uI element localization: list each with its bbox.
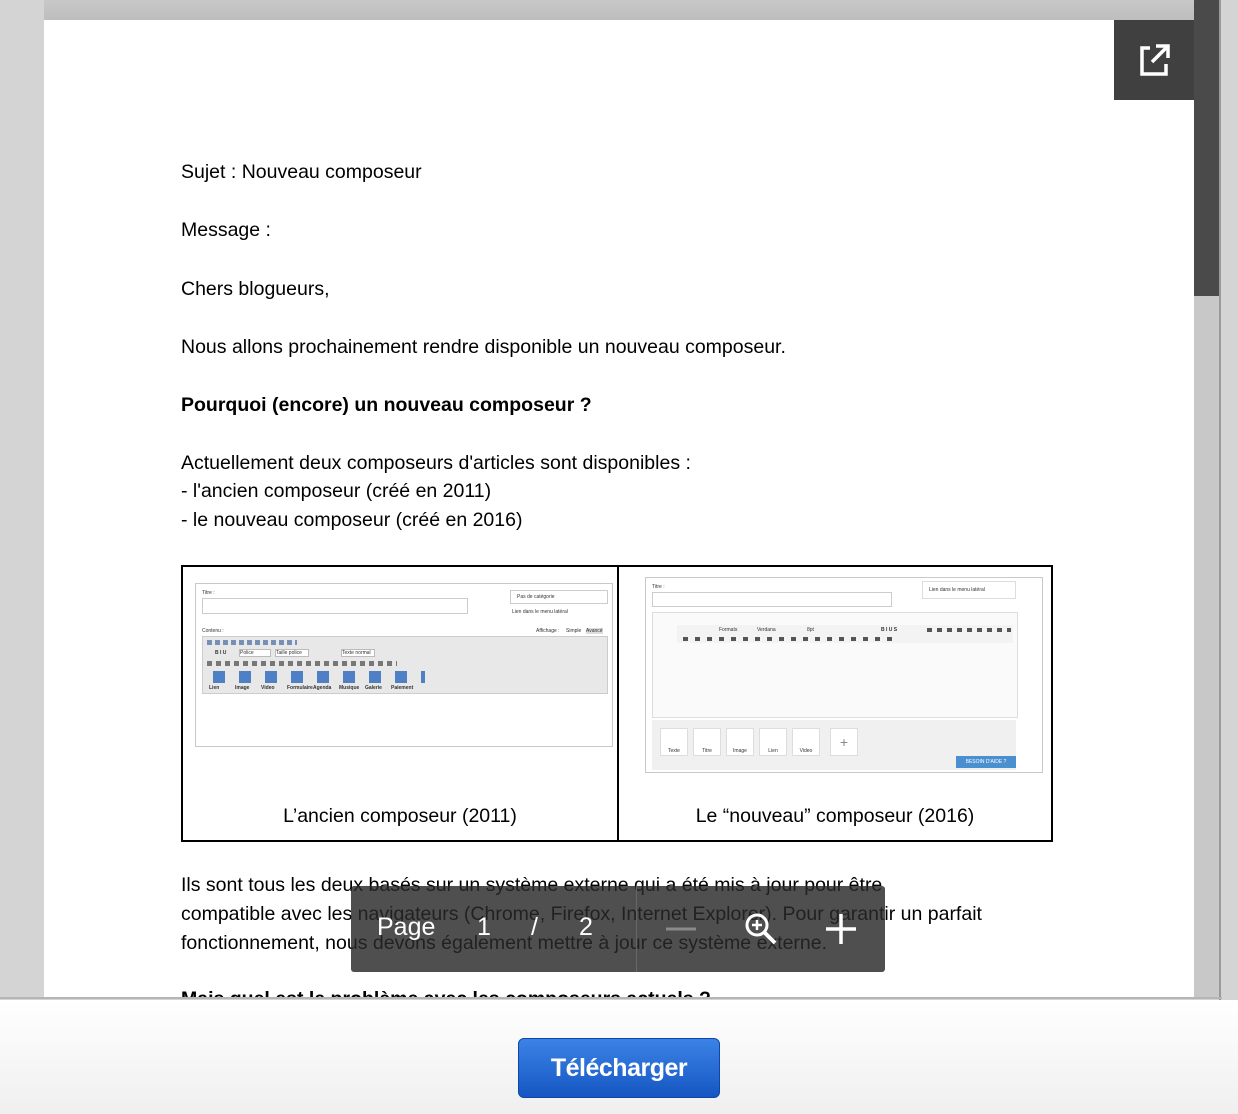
table-divider	[617, 567, 619, 840]
old-category-value: Pas de catégorie	[517, 594, 555, 600]
old-content-label: Contenu :	[202, 628, 224, 634]
page-navigation-bar: Page 1 / 2	[351, 886, 885, 972]
old-title-label: Titre :	[202, 590, 215, 596]
bullet-old-composer: - l'ancien composeur (créé en 2011)	[181, 480, 492, 502]
document-viewer: Sujet : Nouveau composeur Message : Cher…	[0, 0, 1238, 1000]
total-pages: 2	[579, 913, 593, 941]
old-insert-icons	[213, 671, 425, 683]
old-toolbar: B I U Police Taille police Texte normal …	[202, 636, 608, 694]
page-separator: /	[531, 913, 538, 941]
new-title-input	[652, 592, 892, 607]
old-toolbar-icons-row-3	[207, 661, 397, 666]
old-side-menu-label: Lien dans le menu latéral	[512, 609, 568, 615]
old-tool-paiement: Paiement	[391, 685, 414, 691]
composer-comparison-table: Titre : Pas de catégorie Lien dans le me…	[181, 565, 1053, 842]
document-page: Sujet : Nouveau composeur Message : Cher…	[44, 20, 1194, 998]
new-composer-screenshot: Titre : Lien dans le menu latéral Format…	[645, 577, 1043, 773]
popout-button[interactable]	[1114, 20, 1194, 100]
current-page-number[interactable]: 1	[477, 913, 491, 942]
current-composers-line: Actuellement deux composeurs d'articles …	[181, 452, 691, 474]
new-help-button: BESOIN D'AIDE ?	[956, 756, 1016, 768]
caption-old-composer: L’ancien composeur (2011)	[283, 805, 517, 827]
previous-page-edge	[44, 0, 1194, 20]
old-tool-video: Video	[261, 685, 275, 691]
intro-line: Nous allons prochainement rendre disponi…	[181, 336, 786, 358]
old-composer-screenshot: Titre : Pas de catégorie Lien dans le me…	[195, 583, 613, 747]
old-tool-galerie: Galerie	[365, 685, 382, 691]
subject-line: Sujet : Nouveau composeur	[181, 161, 422, 183]
new-block-lien: Lien	[759, 728, 787, 756]
new-block-video: Video	[792, 728, 820, 756]
new-block-label: Titre	[702, 748, 712, 754]
section-heading-why: Pourquoi (encore) un nouveau composeur ?	[181, 394, 592, 416]
old-display-advanced: Avancé	[586, 628, 603, 634]
new-block-texte: Texte	[660, 728, 688, 756]
download-button[interactable]: Télécharger	[518, 1038, 720, 1098]
old-size-select: Taille police	[275, 649, 309, 657]
new-toolbar-icons-row-1	[927, 628, 1011, 632]
old-display-label: Affichage :	[536, 628, 560, 634]
old-style-select: Texte normal	[341, 649, 375, 657]
caption-new-composer: Le “nouveau” composeur (2016)	[695, 805, 975, 827]
old-tool-image: Image	[235, 685, 250, 691]
old-tool-lien: Lien	[209, 685, 220, 691]
old-category-select: Pas de catégorie	[510, 590, 608, 604]
zoom-icon	[745, 913, 777, 945]
new-block-label: Video	[799, 748, 813, 754]
old-toolbar-icons-row-1	[207, 640, 297, 645]
zoom-out-button[interactable]	[661, 909, 701, 949]
new-editor-area: Formats Verdana 8pt B I U S	[652, 612, 1018, 718]
new-side-menu-box: Lien dans le menu latéral	[922, 581, 1016, 599]
bullet-new-composer: - le nouveau composeur (créé en 2016)	[181, 509, 523, 531]
new-block-label: Image	[733, 748, 747, 754]
new-title-label: Titre :	[652, 584, 665, 590]
new-add-block-icon: +	[830, 728, 858, 756]
message-label: Message :	[181, 219, 271, 241]
old-tool-formulaire: Formulaire	[287, 685, 313, 691]
old-tool-musique: Musique	[339, 685, 360, 691]
greeting-line: Chers blogueurs,	[181, 278, 330, 300]
new-block-titre: Titre	[693, 728, 721, 756]
new-size-select: 8pt	[807, 627, 814, 633]
new-font-select: Verdana	[757, 627, 776, 633]
new-formats-select: Formats	[719, 627, 738, 633]
new-toolbar-icons-row-2	[683, 637, 893, 641]
viewer-bottom-edge	[0, 997, 1222, 999]
zoom-in-button[interactable]	[821, 909, 861, 949]
new-block-label: Lien	[768, 748, 778, 754]
open-in-new-icon	[1140, 44, 1170, 76]
zoom-reset-button[interactable]	[741, 909, 781, 949]
viewer-frame-edge	[1219, 0, 1221, 1000]
page-label: Page	[377, 913, 436, 941]
new-toolbar: Formats Verdana 8pt B I U S	[677, 625, 1013, 643]
old-font-select: Police	[239, 649, 271, 657]
plus-icon	[826, 914, 856, 944]
new-blocks-bar: Texte Titre Image Lien Video + BESOIN D'AIDE…	[652, 720, 1016, 770]
old-display-simple: Simple	[566, 628, 582, 634]
old-tool-agenda: Agenda	[313, 685, 332, 691]
minus-icon	[666, 927, 696, 931]
old-title-input	[202, 598, 468, 614]
pager-divider	[636, 886, 637, 972]
scrollbar-thumb[interactable]	[1194, 0, 1219, 296]
new-block-label: Texte	[668, 748, 680, 754]
new-block-image: Image	[726, 728, 754, 756]
new-side-menu-label: Lien dans le menu latéral	[929, 587, 985, 593]
